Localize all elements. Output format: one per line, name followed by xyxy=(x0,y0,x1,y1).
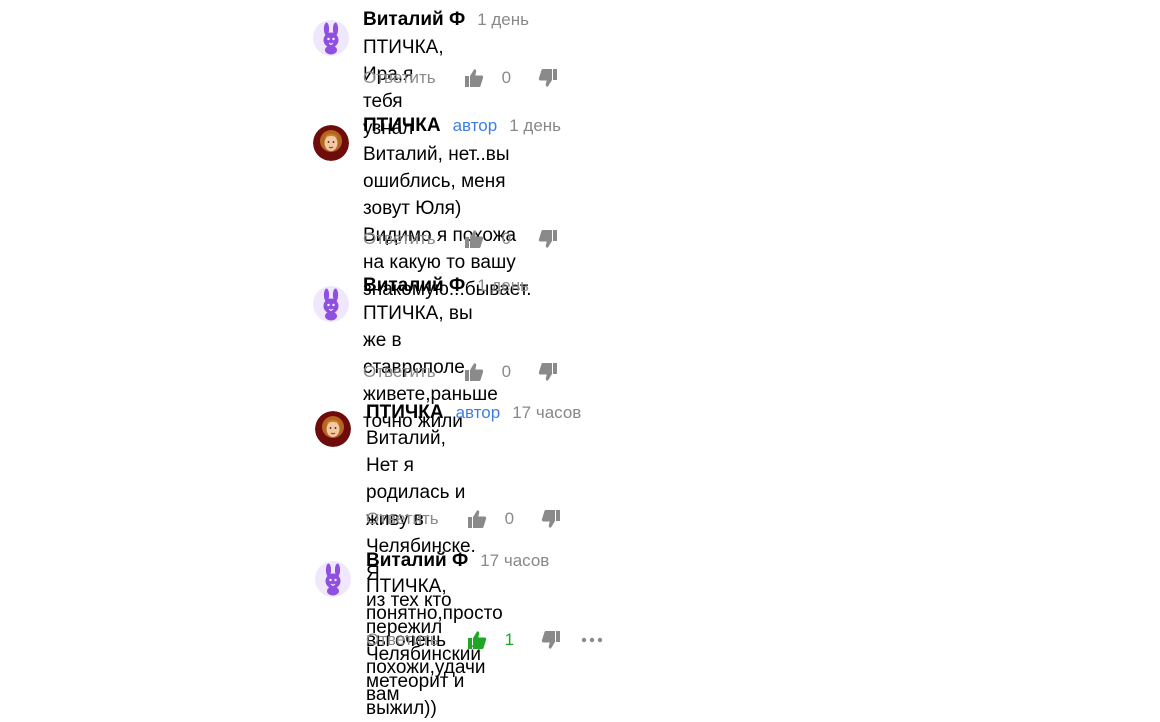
comment-time: 1 день xyxy=(509,116,562,135)
like-count: 1 xyxy=(504,630,515,649)
author-name[interactable]: Виталий Ф xyxy=(366,550,468,572)
author-name[interactable]: ПТИЧКА xyxy=(363,115,441,137)
comment-meta: Виталий Ф 1 день xyxy=(363,275,529,297)
reply-button[interactable]: Ответить xyxy=(363,229,436,249)
comment-time: 17 часов xyxy=(512,403,582,422)
more-dots-icon xyxy=(581,637,602,643)
like-button[interactable] xyxy=(467,630,487,650)
like-count: 0 xyxy=(504,509,515,528)
thumbs-up-icon xyxy=(467,510,486,528)
reply-button[interactable]: Ответить xyxy=(363,362,436,382)
dislike-button[interactable] xyxy=(538,362,558,382)
bunny-icon xyxy=(323,22,339,55)
avatar[interactable] xyxy=(315,411,351,447)
thumbs-down-icon xyxy=(538,363,557,381)
reply-button[interactable]: Ответить xyxy=(363,68,436,88)
thumbs-up-icon xyxy=(464,230,483,248)
comment-time: 1 день xyxy=(477,10,529,29)
like-count: 0 xyxy=(501,229,512,248)
avatar[interactable] xyxy=(315,561,351,597)
thumbs-down-icon xyxy=(538,230,557,248)
thumbs-up-icon xyxy=(464,69,483,87)
more-options-button[interactable] xyxy=(581,637,603,643)
comment-actions: Ответить 0 xyxy=(366,506,561,532)
comment-actions: Ответить 1 xyxy=(366,627,603,653)
dislike-button[interactable] xyxy=(541,509,561,529)
like-count: 0 xyxy=(501,362,512,381)
comment-meta: ПТИЧКА автор 17 часов xyxy=(366,402,581,424)
avatar[interactable] xyxy=(313,125,349,161)
dislike-button[interactable] xyxy=(538,229,558,249)
thumbs-down-icon xyxy=(541,510,560,528)
like-count: 0 xyxy=(501,68,512,87)
thumbs-down-icon xyxy=(538,69,557,87)
comment-actions: Ответить 0 xyxy=(363,359,558,385)
reply-button[interactable]: Ответить xyxy=(366,630,439,650)
comment-meta: ПТИЧКА автор 1 день xyxy=(363,115,561,137)
author-name[interactable]: Виталий Ф xyxy=(363,9,465,31)
like-button[interactable] xyxy=(464,362,484,382)
comment-meta: Виталий Ф 1 день xyxy=(363,9,529,31)
user-photo-icon xyxy=(315,411,351,447)
author-badge: автор xyxy=(452,116,498,135)
comment-actions: Ответить 0 xyxy=(363,65,558,91)
avatar[interactable] xyxy=(313,286,349,322)
comment-actions: Ответить 0 xyxy=(363,226,558,252)
author-name[interactable]: Виталий Ф xyxy=(363,275,465,297)
like-button[interactable] xyxy=(467,509,487,529)
avatar[interactable] xyxy=(313,20,349,56)
thumbs-up-icon xyxy=(467,631,486,649)
comment-time: 17 часов xyxy=(480,551,550,570)
dislike-button[interactable] xyxy=(538,68,558,88)
reply-button[interactable]: Ответить xyxy=(366,509,439,529)
like-button[interactable] xyxy=(464,68,484,88)
author-name[interactable]: ПТИЧКА xyxy=(366,402,444,424)
bunny-icon xyxy=(323,288,339,321)
author-badge: автор xyxy=(455,403,501,422)
user-photo-icon xyxy=(313,125,349,161)
comment-time: 1 день xyxy=(477,276,529,295)
thumbs-up-icon xyxy=(464,363,483,381)
comment-meta: Виталий Ф 17 часов xyxy=(366,550,549,572)
like-button[interactable] xyxy=(464,229,484,249)
thumbs-down-icon xyxy=(541,631,560,649)
dislike-button[interactable] xyxy=(541,630,561,650)
bunny-icon xyxy=(325,563,341,596)
